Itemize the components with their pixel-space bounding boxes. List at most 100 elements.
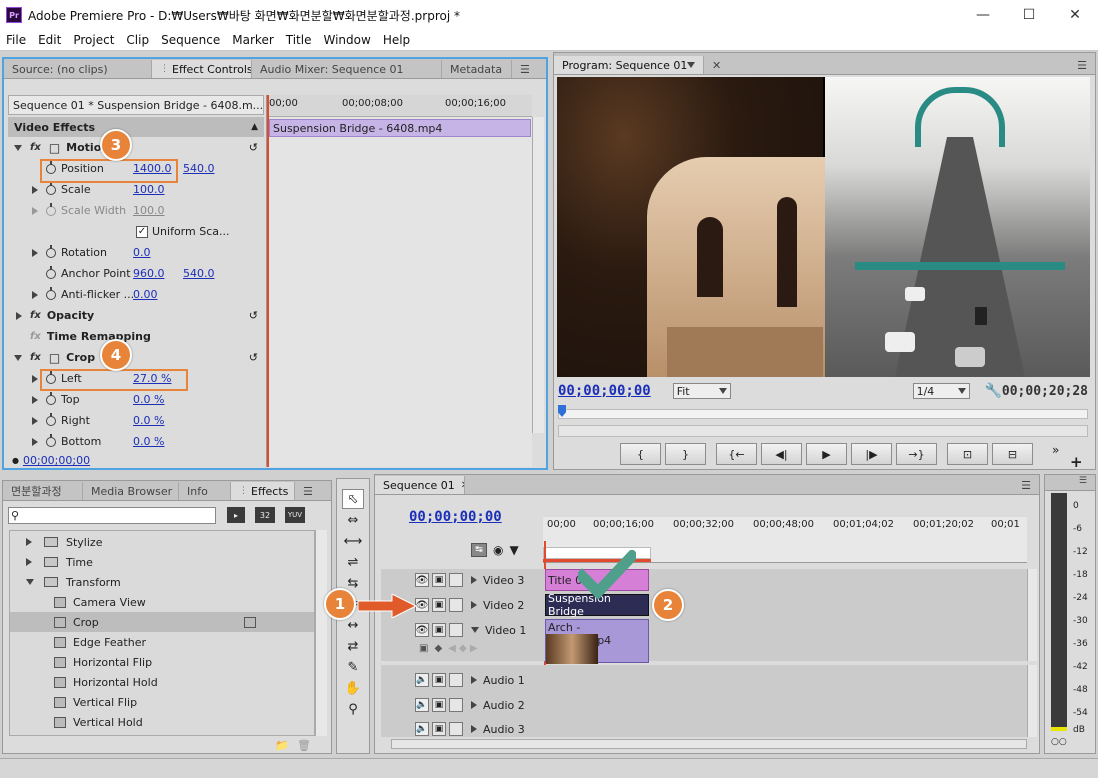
panel-menu-icon[interactable]: ☰ [1069,56,1095,74]
effects-scrollbar[interactable] [315,530,327,736]
menu-window[interactable]: Window [317,33,376,47]
tab-project[interactable]: 면분할과정 [3,482,83,500]
tab-effects[interactable]: ⋮Effects✕ [231,482,295,500]
effect-playhead[interactable] [267,95,269,467]
crop-row[interactable]: fx □ Crop ↺ [8,347,264,368]
close-tab-icon[interactable]: ✕ [461,480,464,491]
lock-icon[interactable] [449,623,463,637]
maximize-icon[interactable]: ☐ [1006,0,1052,30]
lock-icon[interactable] [449,598,463,612]
extract-button[interactable]: ⊟ [992,443,1033,465]
tab-metadata[interactable]: Metadata [442,60,512,78]
tab-info[interactable]: Info [179,482,231,500]
add-button-icon[interactable]: + [1070,453,1083,471]
go-to-out-button[interactable]: →} [896,443,937,465]
speaker-icon[interactable]: 🔈 [415,698,429,712]
tab-sequence-01[interactable]: Sequence 01✕ [375,476,465,494]
close-icon[interactable]: ✕ [1052,0,1098,30]
reset-icon[interactable]: ↺ [249,141,258,154]
menu-file[interactable]: File [0,33,32,47]
reset-icon[interactable]: ↺ [249,351,258,364]
tab-effect-controls[interactable]: ⋮ Effect Controls [152,60,252,78]
sync-lock-icon[interactable]: ▣ [432,573,446,587]
go-to-in-button[interactable]: {← [716,443,757,465]
list-item[interactable]: Camera View [20,592,314,612]
menu-help[interactable]: Help [377,33,416,47]
close-tab-icon[interactable]: ✕ [704,56,729,74]
list-item[interactable]: Transform [20,572,314,592]
opacity-row[interactable]: fx Opacity ↺ [8,305,264,326]
time-remapping-row[interactable]: fx Time Remapping [8,326,151,347]
stopwatch-icon[interactable] [46,181,56,195]
program-video-frame[interactable] [557,77,1090,377]
hand-tool-icon[interactable]: ✋ [342,678,364,698]
menu-clip[interactable]: Clip [120,33,155,47]
eye-icon[interactable]: 👁 [415,573,429,587]
delete-icon[interactable]: 🗑 [297,739,311,752]
sync-lock-icon[interactable]: ▣ [432,598,446,612]
effect-controls-scrollbar[interactable] [532,117,544,433]
crop-bottom-value[interactable]: 0.0 % [133,435,164,448]
step-forward-button[interactable]: |▶ [851,443,892,465]
crop-top-value[interactable]: 0.0 % [133,393,164,406]
timeline-horizontal-scrollbar[interactable] [391,739,1027,749]
lock-icon[interactable] [449,722,463,736]
marker-icon[interactable]: ▼ [509,543,518,557]
stopwatch-icon[interactable] [46,286,56,300]
step-back-button[interactable]: ◀| [761,443,802,465]
pen-tool-icon[interactable]: ✎ [342,657,364,677]
stopwatch-icon[interactable] [46,433,56,447]
lock-icon[interactable] [449,673,463,687]
minimize-icon[interactable]: — [960,0,1006,30]
display-style-icon[interactable]: ▣ [419,643,428,654]
globe-marker-icon[interactable]: ◉ [493,543,503,557]
stopwatch-icon[interactable] [46,244,56,258]
sync-lock-icon[interactable]: ▣ [432,722,446,736]
speaker-icon[interactable]: 🔈 [415,673,429,687]
reset-icon[interactable]: ↺ [249,309,258,322]
32bit-effects-icon[interactable]: 32 [255,507,275,523]
mark-out-button[interactable]: } [665,443,706,465]
panel-menu-icon[interactable]: ☰ [295,482,321,500]
panel-menu-icon[interactable]: ☰ [512,60,538,78]
arch-clip[interactable]: Arch - 30121.mp4 [545,619,649,664]
scale-value[interactable]: 100.0 [133,183,165,196]
list-item[interactable]: Vertical Flip [20,692,314,712]
wrench-icon[interactable]: 🔧 [984,383,1001,399]
tab-source[interactable]: Source: (no clips) [4,60,152,78]
crop-right-value[interactable]: 0.0 % [133,414,164,427]
slide-tool-icon[interactable]: ⇄ [342,636,364,656]
zoom-tool-icon[interactable]: ⚲ [342,699,364,719]
keyframe-icon[interactable]: ◆ [434,643,442,654]
menu-edit[interactable]: Edit [32,33,67,47]
list-item[interactable]: Stylize [20,532,314,552]
rotation-value[interactable]: 0.0 [133,246,151,259]
rolling-edit-tool-icon[interactable]: ⇌ [342,552,364,572]
program-scrubber[interactable] [558,409,1088,419]
sync-lock-icon[interactable]: ▣ [432,698,446,712]
keyframe-nav-icon[interactable]: ◀ ◆ ▶ [448,643,477,654]
program-zoom-scrollbar[interactable] [558,425,1088,437]
current-time-display[interactable]: 00;00;00;00 [23,454,90,467]
anti-flicker-value[interactable]: 0.00 [133,288,158,301]
panel-menu-icon[interactable]: ☰ [1013,476,1039,494]
speaker-icon[interactable]: 🔈 [415,722,429,736]
anchor-y-value[interactable]: 540.0 [183,267,215,280]
position-y-value[interactable]: 540.0 [183,162,215,175]
resolution-dropdown[interactable]: 1/4 [912,383,971,399]
video-tracks-scrollbar[interactable] [1027,569,1037,661]
mark-in-button[interactable]: { [620,443,661,465]
program-timecode[interactable]: 00;00;00;00 [558,383,651,399]
menu-project[interactable]: Project [67,33,120,47]
lock-icon[interactable] [449,698,463,712]
stopwatch-icon[interactable] [46,391,56,405]
uniform-scale-checkbox[interactable]: ✓ [136,225,148,238]
eye-icon[interactable]: 👁 [415,623,429,637]
tab-program[interactable]: Program: Sequence 01 [554,56,704,74]
chevron-down-icon[interactable] [687,62,696,68]
snap-icon[interactable]: ↹ [471,543,487,557]
play-button[interactable]: ▶ [806,443,847,465]
list-item[interactable]: Vertical Hold [20,712,314,732]
list-item-selected[interactable]: Crop [10,612,314,632]
tab-media-browser[interactable]: Media Browser [83,482,179,500]
